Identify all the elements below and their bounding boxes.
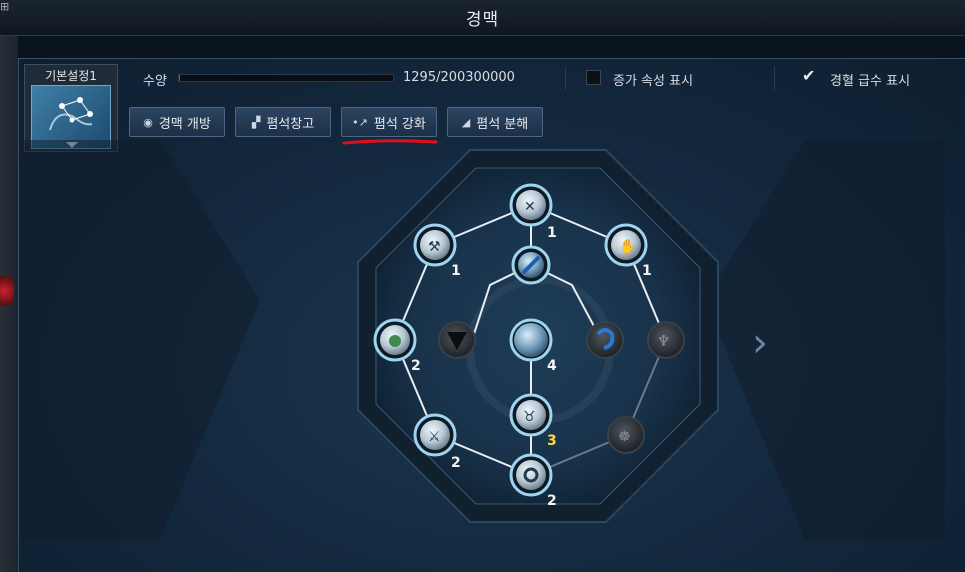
orb-icon (514, 323, 548, 357)
node-level-label: 2 (451, 455, 461, 471)
wings-icon: ♆ (657, 332, 670, 350)
node-inner-left[interactable] (438, 321, 476, 359)
node-left[interactable] (373, 318, 417, 362)
node-level-label: 2 (411, 358, 421, 374)
node-upper-right[interactable]: ✋ (604, 223, 648, 267)
side-ornament (20, 140, 260, 540)
node-level-label: 1 (642, 263, 652, 279)
node-center-top[interactable] (511, 245, 551, 285)
node-level-label: 4 (547, 358, 557, 374)
node-level-label: 2 (547, 493, 557, 509)
node-lower-left[interactable]: ⚔ (413, 413, 457, 457)
crossed-blades-icon: ⚔ (428, 429, 441, 445)
gauntlet-icon: ✋ (619, 238, 636, 255)
horned-beast-icon: ♉ (523, 409, 536, 425)
meridian-board: ✕ ⚒ ✋ ♆ ♉ ⚔ ☸ 1 1 1 2 4 3 2 2 (20, 140, 945, 540)
node-bottom[interactable] (509, 453, 553, 497)
node-level-label: 3 (547, 433, 557, 449)
hand-icon (389, 335, 401, 347)
node-upper-left[interactable]: ⚒ (413, 223, 457, 267)
node-lower-right[interactable]: ☸ (607, 416, 645, 454)
side-ornament (705, 140, 945, 540)
node-center-bottom[interactable]: ♉ (509, 393, 553, 437)
node-level-label: 1 (547, 225, 557, 241)
node-top[interactable]: ✕ (509, 183, 553, 227)
node-level-label: 1 (451, 263, 461, 279)
node-inner-right[interactable] (586, 321, 624, 359)
node-center[interactable] (509, 318, 553, 362)
beast-head-icon: ☸ (618, 429, 631, 445)
node-right[interactable]: ♆ (647, 321, 685, 359)
pickaxe-icon: ⚒ (428, 239, 441, 255)
crossed-tools-icon: ✕ (524, 199, 536, 215)
next-page-arrow-icon[interactable]: › (752, 320, 768, 366)
